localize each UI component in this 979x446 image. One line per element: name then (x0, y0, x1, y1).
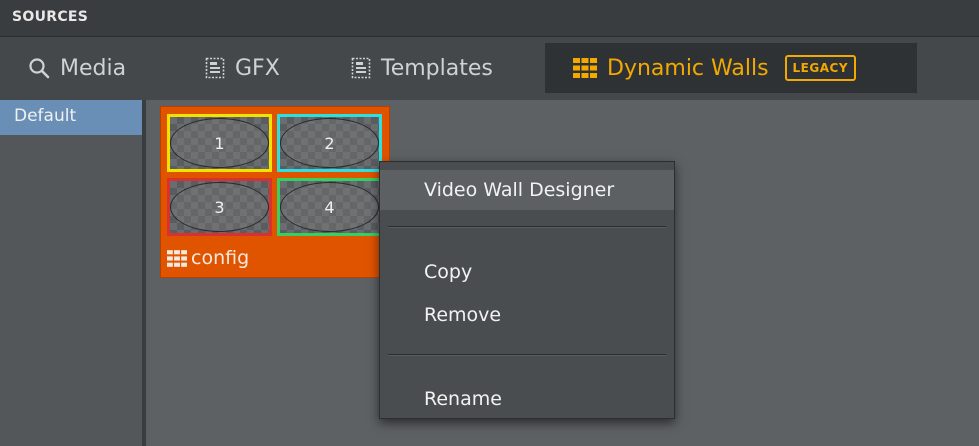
wall-cell-3: 3 (167, 178, 272, 236)
tab-templates[interactable]: Templates (351, 43, 493, 93)
tab-dynamic-walls[interactable]: Dynamic Walls LEGACY (545, 43, 917, 93)
grid-icon (167, 249, 187, 267)
wall-config-tile[interactable]: 1 2 3 4 config (160, 106, 390, 278)
template-icon (351, 57, 371, 79)
tab-gfx[interactable]: GFX (205, 43, 280, 93)
menu-item-rename[interactable]: Rename (380, 381, 674, 417)
menu-divider (388, 226, 666, 228)
panel-title: SOURCES (12, 9, 89, 25)
context-menu: Video Wall Designer Copy Remove Rename (379, 161, 675, 419)
sources-panel-header: SOURCES (0, 0, 979, 37)
menu-item-video-wall-designer[interactable]: Video Wall Designer (380, 170, 674, 210)
tab-label: Templates (381, 55, 493, 81)
cell-number: 1 (170, 118, 269, 168)
tab-media[interactable]: Media (28, 43, 126, 93)
tab-label: GFX (235, 55, 280, 81)
tile-label: config (167, 247, 249, 269)
tab-label: Media (60, 55, 127, 81)
menu-item-remove[interactable]: Remove (380, 297, 674, 333)
sidebar: Default (0, 100, 146, 446)
tile-name: config (191, 247, 250, 269)
tab-label: Dynamic Walls (607, 55, 769, 81)
legacy-badge: LEGACY (784, 55, 857, 81)
source-tabs: Media GFX Templates Dynamic Walls LEGACY (0, 37, 979, 100)
cell-number: 4 (280, 182, 379, 232)
sidebar-item-default[interactable]: Default (0, 100, 142, 135)
menu-divider (388, 354, 666, 356)
menu-item-copy[interactable]: Copy (380, 254, 674, 290)
grid-icon (573, 58, 597, 78)
search-icon (28, 57, 50, 79)
cell-number: 3 (170, 182, 269, 232)
cell-number: 2 (280, 118, 379, 168)
wall-cell-4: 4 (277, 178, 382, 236)
wall-cell-1: 1 (167, 114, 272, 172)
wall-cell-2: 2 (277, 114, 382, 172)
template-icon (205, 57, 225, 79)
